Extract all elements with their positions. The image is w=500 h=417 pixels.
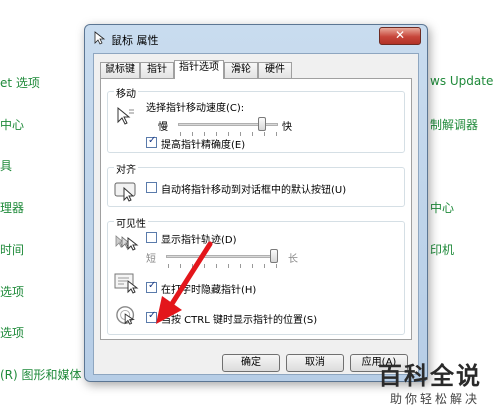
close-icon: ✕: [394, 28, 406, 42]
mouse-pointer-icon: [94, 31, 106, 45]
snap-to-checkbox[interactable]: [146, 182, 157, 193]
bg-link-item[interactable]: et 选项: [0, 74, 40, 91]
speed-label: 选择指针移动速度(C):: [146, 103, 245, 114]
bg-link-item[interactable]: 印机: [430, 241, 454, 258]
bg-link-item[interactable]: 制解调器: [430, 116, 478, 133]
motion-group: 移动 选择指针移动速度(C): 慢 快 提高指针精确度(E): [107, 85, 405, 153]
motion-group-label: 移动: [114, 85, 138, 100]
bg-link-item[interactable]: 选项: [0, 324, 24, 341]
fast-label: 快: [282, 122, 292, 133]
dialog-client-area: 鼠标键 指针 指针选项 滑轮 硬件 移动 选择指针移动速度(C): 慢 快 ✓ …: [93, 53, 419, 375]
mouse-properties-dialog: 鼠标 属性 ✕ 鼠标键 指针 指针选项 滑轮 硬件 移动 选择指针移动速度(C)…: [84, 24, 428, 382]
snap-to-button-icon: [114, 182, 136, 202]
precision-label: 提高指针精确度(E): [161, 140, 246, 151]
tab-hardware[interactable]: 硬件: [258, 62, 292, 78]
speed-slider-thumb[interactable]: [258, 117, 267, 131]
hide-pointer-icon: [114, 273, 139, 294]
bg-link-item[interactable]: 理器: [0, 199, 24, 216]
red-arrow-annotation: [156, 241, 213, 324]
tab-pointers[interactable]: 指针: [140, 62, 174, 78]
trails-slider-thumb[interactable]: [270, 249, 278, 263]
precision-checkbox[interactable]: [146, 135, 157, 148]
bg-link-item[interactable]: 选项: [0, 283, 24, 300]
tab-buttons[interactable]: 鼠标键: [100, 62, 140, 78]
close-button[interactable]: ✕: [379, 27, 421, 45]
watermark-main: 百科全说: [378, 362, 482, 390]
pointer-trails-icon: [115, 235, 139, 251]
tab-pointer-options[interactable]: 指针选项: [174, 60, 224, 79]
bg-link-item[interactable]: 中心: [430, 199, 454, 216]
dialog-title: 鼠标 属性: [111, 34, 159, 47]
bg-link-item[interactable]: 中心: [0, 116, 24, 133]
snap-group-label: 对齐: [114, 161, 138, 176]
pointer-options-panel: 移动 选择指针移动速度(C): 慢 快 提高指针精确度(E) 对齐: [100, 78, 412, 340]
bg-link-item[interactable]: 具: [0, 157, 12, 174]
tab-wheel[interactable]: 滑轮: [224, 62, 258, 78]
snap-to-label: 自动将指针移动到对话框中的默认按钮(U): [161, 185, 347, 196]
visibility-group-label: 可见性: [114, 215, 148, 230]
watermark-sub: 助你轻松解决: [390, 392, 481, 406]
slow-label: 慢: [158, 122, 168, 133]
ok-button[interactable]: 确定: [222, 354, 280, 372]
long-label: 长: [288, 254, 298, 265]
watermark-logo: 百科全说 助你轻松解决: [372, 356, 498, 414]
snap-to-group: 对齐 自动将指针移动到对话框中的默认按钮(U): [107, 161, 405, 207]
title-bar[interactable]: 鼠标 属性 ✕: [85, 25, 427, 51]
cancel-button[interactable]: 取消: [286, 354, 344, 372]
bg-link-item[interactable]: ws Update: [430, 74, 493, 88]
bg-link-item[interactable]: (R) 图形和媒体: [0, 366, 82, 383]
bg-link-item[interactable]: 时间: [0, 241, 24, 258]
show-location-icon: [116, 306, 135, 325]
pointer-speed-icon: [117, 106, 134, 125]
